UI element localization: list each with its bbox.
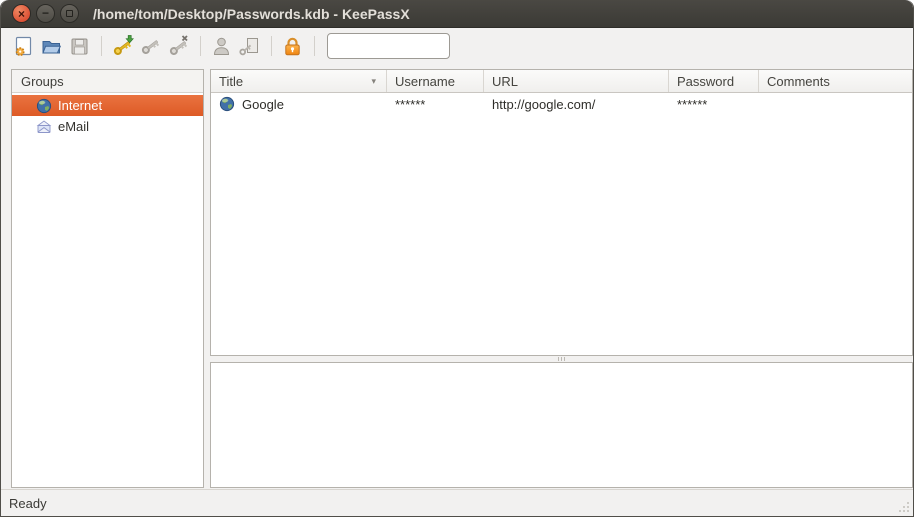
toolbar-separator xyxy=(200,36,201,56)
splitter-grip-icon xyxy=(564,357,565,361)
column-header-comments[interactable]: Comments xyxy=(759,70,912,92)
save-floppy-icon xyxy=(68,35,91,58)
entry-title: Google xyxy=(242,97,284,112)
key-page-icon xyxy=(238,35,261,58)
splitter-grip-icon xyxy=(561,357,562,361)
groups-header-label: Groups xyxy=(21,74,64,89)
search-input[interactable] xyxy=(327,33,450,59)
groups-panel-header: Groups xyxy=(12,70,203,93)
table-header: Title ▾ Username URL Password Comments xyxy=(211,70,912,93)
entries-table: Title ▾ Username URL Password Comments xyxy=(210,69,913,356)
toolbar xyxy=(1,28,913,64)
column-header-url[interactable]: URL xyxy=(484,70,669,92)
globe-icon xyxy=(219,96,235,112)
groups-panel: Groups Internet xyxy=(11,69,204,488)
splitter-grip-icon xyxy=(558,357,559,361)
envelope-icon xyxy=(36,119,52,135)
open-database-button[interactable] xyxy=(38,33,65,60)
entry-row-google[interactable]: Google ****** http://google.com/ ****** xyxy=(211,93,912,115)
entry-password: ****** xyxy=(677,97,707,112)
column-header-username[interactable]: Username xyxy=(387,70,484,92)
group-item-email[interactable]: eMail xyxy=(12,116,203,137)
maximize-icon xyxy=(66,10,73,17)
column-header-title[interactable]: Title ▾ xyxy=(211,70,387,92)
key-icon xyxy=(139,34,163,58)
maximize-button[interactable] xyxy=(60,4,79,23)
resize-grip[interactable] xyxy=(897,500,910,513)
key-delete-icon xyxy=(167,34,191,58)
toolbar-separator xyxy=(101,36,102,56)
group-label: eMail xyxy=(58,119,89,134)
new-database-button[interactable] xyxy=(10,33,37,60)
close-icon: × xyxy=(18,8,25,20)
status-text: Ready xyxy=(9,496,47,511)
entry-username: ****** xyxy=(395,97,425,112)
column-label: URL xyxy=(492,74,518,89)
titlebar: × − /home/tom/Desktop/Passwords.kdb - Ke… xyxy=(1,0,913,28)
entry-url: http://google.com/ xyxy=(492,97,595,112)
column-label: Comments xyxy=(767,74,830,89)
minimize-button[interactable]: − xyxy=(36,4,55,23)
entry-title-cell: Google xyxy=(211,96,387,112)
copy-username-button[interactable] xyxy=(208,33,235,60)
delete-entry-button[interactable] xyxy=(165,33,192,60)
sort-descending-icon: ▾ xyxy=(371,76,378,87)
groups-tree: Internet eMail xyxy=(12,93,203,137)
copy-password-button[interactable] xyxy=(236,33,263,60)
open-folder-icon xyxy=(40,35,63,58)
edit-entry-button[interactable] xyxy=(137,33,164,60)
lock-workspace-button[interactable] xyxy=(279,33,306,60)
entry-detail-panel xyxy=(210,362,913,488)
window-title: /home/tom/Desktop/Passwords.kdb - KeePas… xyxy=(93,6,410,22)
toolbar-separator xyxy=(271,36,272,56)
close-button[interactable]: × xyxy=(12,4,31,23)
globe-icon xyxy=(36,98,52,114)
padlock-icon xyxy=(281,35,304,58)
column-label: Password xyxy=(677,74,734,89)
save-database-button[interactable] xyxy=(66,33,93,60)
new-database-icon xyxy=(12,35,35,58)
entry-username-cell: ****** xyxy=(387,97,484,112)
add-entry-button[interactable] xyxy=(109,33,136,60)
toolbar-separator xyxy=(314,36,315,56)
group-label: Internet xyxy=(58,98,102,113)
minimize-icon: − xyxy=(42,7,49,19)
group-item-internet[interactable]: Internet xyxy=(12,95,203,116)
entry-url-cell: http://google.com/ xyxy=(484,97,669,112)
column-label: Username xyxy=(395,74,455,89)
key-add-icon xyxy=(111,34,135,58)
entry-password-cell: ****** xyxy=(669,97,759,112)
column-header-password[interactable]: Password xyxy=(669,70,759,92)
keepassx-window: × − /home/tom/Desktop/Passwords.kdb - Ke… xyxy=(0,0,914,517)
status-bar: Ready xyxy=(1,489,913,516)
column-label: Title xyxy=(219,74,243,89)
person-icon xyxy=(210,35,233,58)
